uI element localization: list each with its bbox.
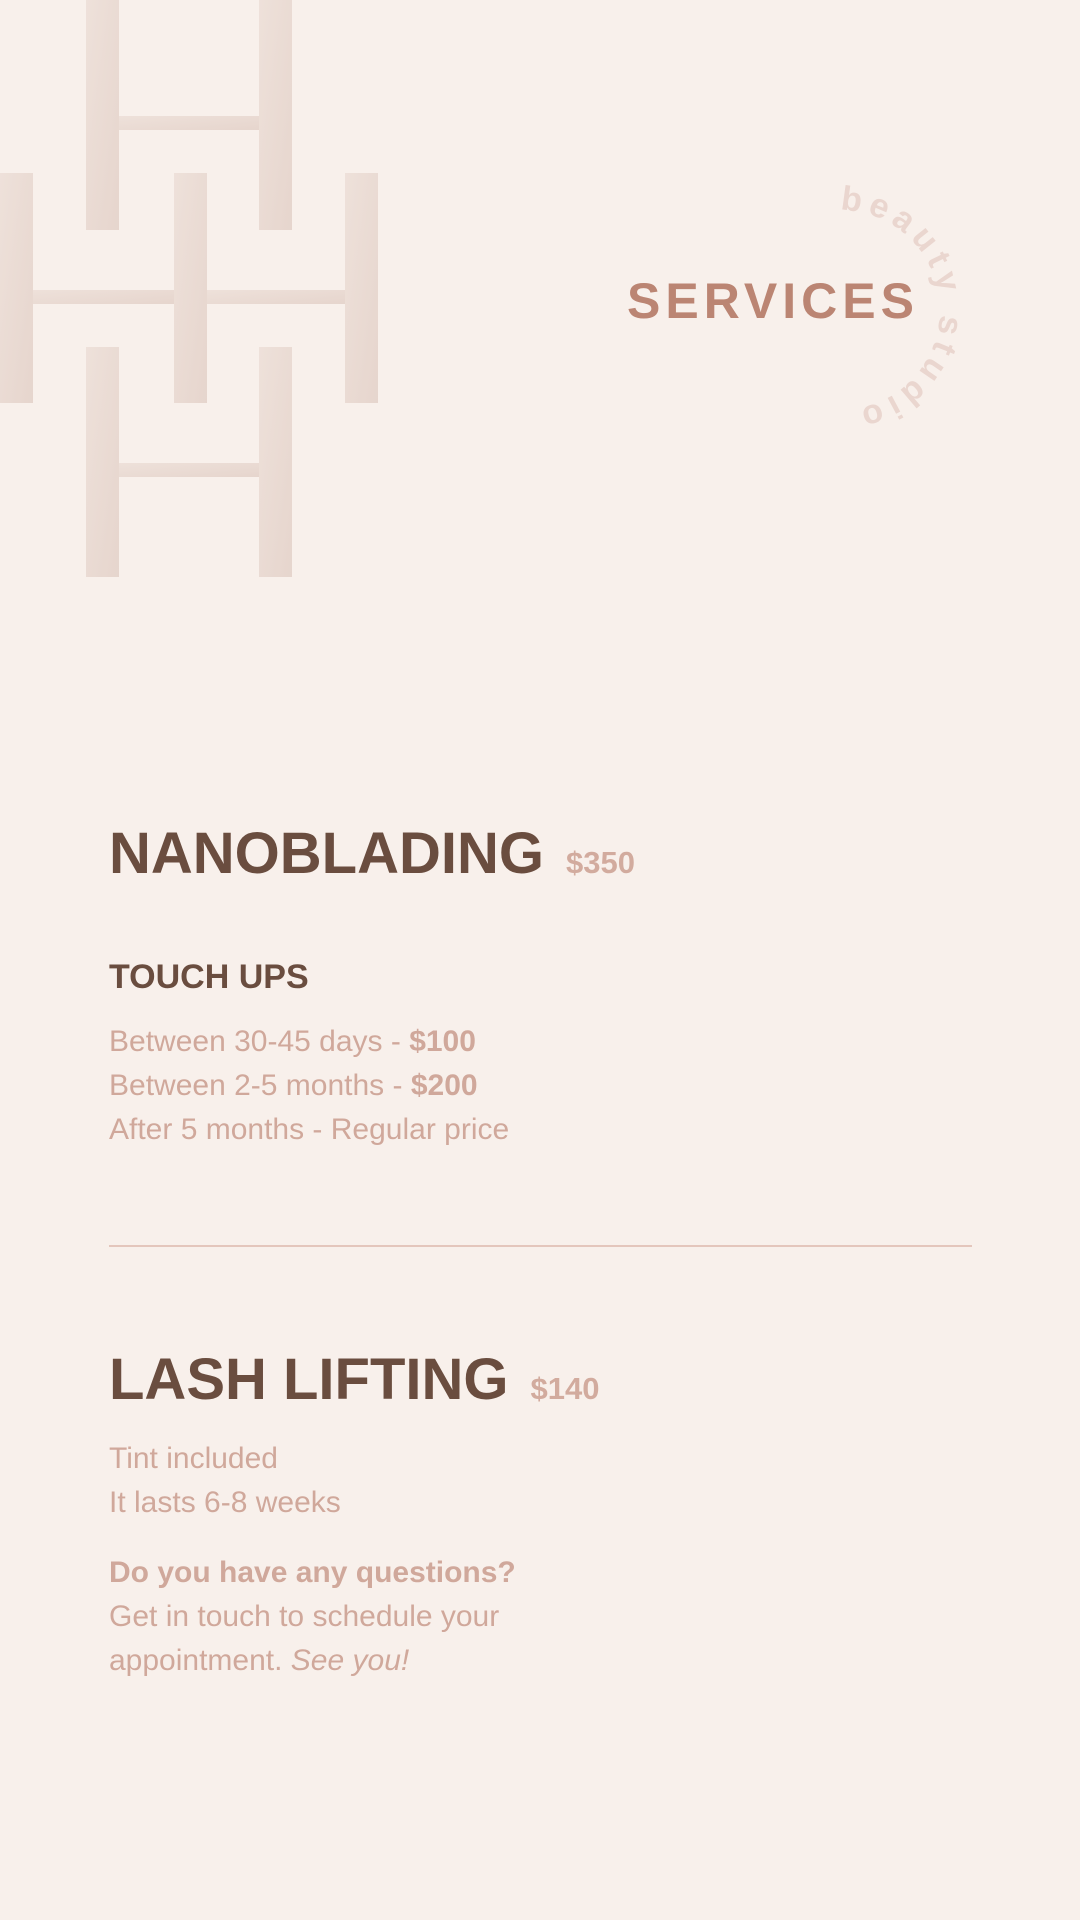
service-price: $350 [565,845,635,880]
circular-brand-text: beauty studio [839,179,970,438]
service-price: $140 [530,1371,600,1406]
service-detail-line: Tint included [109,1442,278,1475]
service-name: NANOBLADING [109,821,544,886]
svg-text:beauty studio: beauty studio [839,179,970,438]
touch-up-line: Between 2-5 months - $200 [109,1069,478,1102]
h-pattern-logo [0,0,378,577]
touch-ups-heading: TOUCH UPS [109,958,309,996]
touch-up-line: Between 30-45 days - $100 [109,1025,476,1058]
brand-subtitle: beauty studio [839,179,964,438]
service-detail-line: It lasts 6-8 weeks [109,1486,341,1519]
service-name: LASH LIFTING [109,1347,509,1412]
service-nanoblading: NANOBLADING $350 [109,820,635,887]
service-lash-lifting: LASH LIFTING $140 [109,1346,599,1413]
touch-up-line: After 5 months - Regular price [109,1113,510,1146]
sign-off: See you! [290,1644,410,1677]
contact-question: Do you have any questions? [109,1556,516,1589]
contact-line: Get in touch to schedule your [109,1600,500,1633]
contact-line: appointment. See you! [109,1644,410,1677]
section-divider [109,1245,972,1247]
